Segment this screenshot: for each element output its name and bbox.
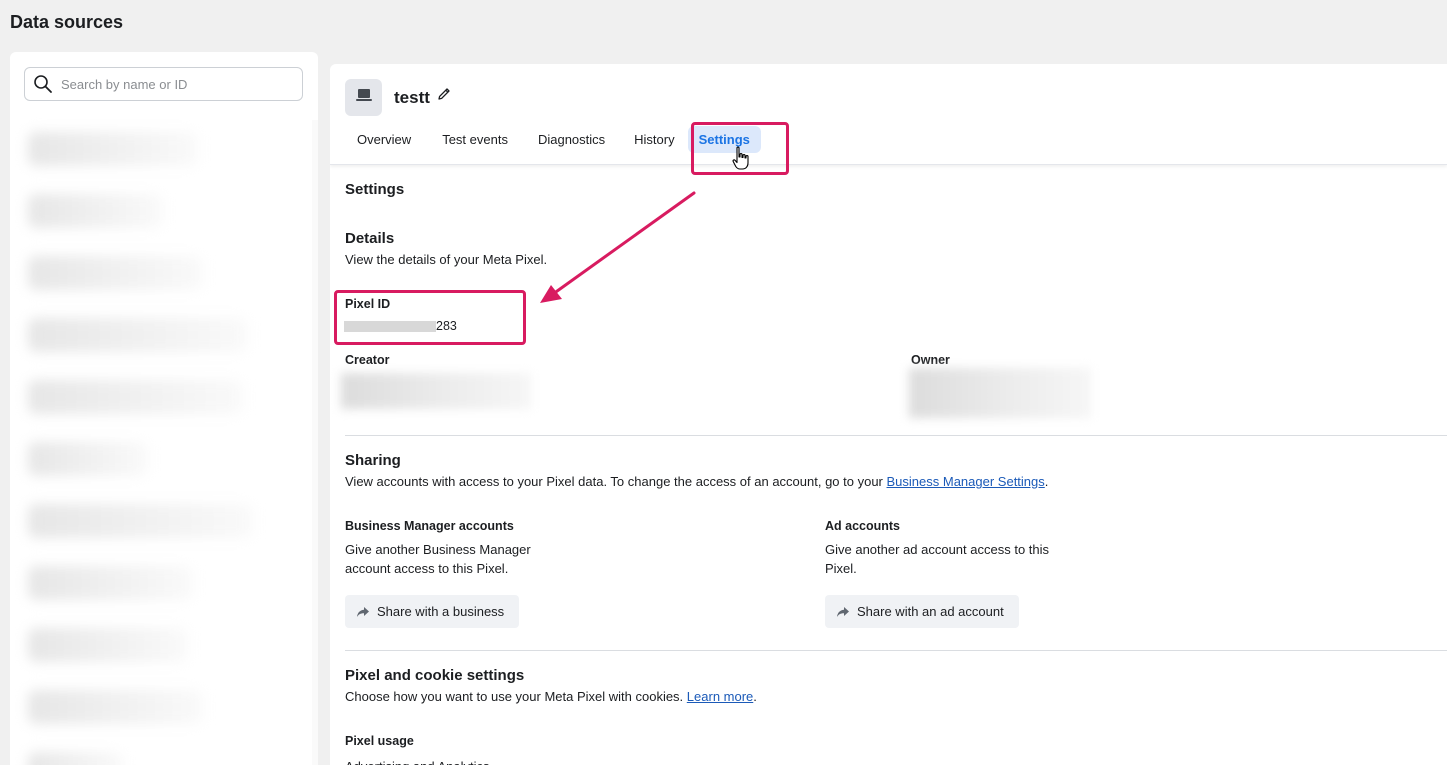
tab-bar: Overview Test events Diagnostics History…	[346, 126, 761, 153]
pixel-tile	[345, 79, 382, 116]
share-arrow-icon	[836, 606, 850, 618]
settings-heading: Settings	[345, 181, 405, 198]
pencil-icon[interactable]	[436, 86, 452, 107]
business-accounts-line1: Give another Business Manager	[345, 542, 531, 557]
cookie-description: Choose how you want to use your Meta Pix…	[345, 687, 757, 706]
monitor-icon	[355, 88, 372, 107]
share-with-business-button[interactable]: Share with a business	[345, 595, 520, 628]
divider	[345, 650, 1447, 651]
list-item[interactable]	[20, 430, 318, 492]
business-accounts-title: Business Manager accounts	[345, 519, 514, 533]
ad-accounts-line1: Give another ad account access to this	[825, 542, 1050, 557]
sidebar-scrollbar[interactable]	[312, 120, 318, 765]
business-manager-settings-link[interactable]: Business Manager Settings	[887, 474, 1045, 489]
ad-accounts-line2: Pixel.	[825, 561, 857, 576]
tab-diagnostics[interactable]: Diagnostics	[527, 126, 616, 153]
creator-label: Creator	[345, 353, 390, 367]
share-arrow-icon	[356, 606, 370, 618]
search-icon	[25, 74, 61, 94]
list-item[interactable]	[20, 616, 318, 678]
pixel-header: testt Overview Test events Diagnostics H…	[330, 64, 1447, 165]
owner-redacted	[909, 368, 1091, 418]
tab-history[interactable]: History	[623, 126, 685, 153]
list-item[interactable]	[20, 368, 318, 430]
list-item[interactable]	[20, 492, 318, 554]
redacted-block	[344, 321, 436, 333]
owner-label: Owner	[911, 353, 950, 367]
list-item[interactable]	[20, 678, 318, 740]
list-item[interactable]	[20, 554, 318, 616]
cookie-description-text: Choose how you want to use your Meta Pix…	[345, 689, 684, 704]
sharing-description-text: View accounts with access to your Pixel …	[345, 474, 883, 489]
page-title: Data sources	[10, 12, 124, 32]
list-item[interactable]	[20, 306, 318, 368]
pixel-id-value: 283	[344, 319, 457, 333]
pixel-name: testt	[394, 88, 430, 107]
data-sources-sidebar	[10, 52, 318, 765]
pixel-usage-value: Advertising and Analytics	[345, 757, 490, 765]
search-box[interactable]	[24, 67, 303, 101]
tab-overview[interactable]: Overview	[346, 126, 422, 153]
creator-redacted	[341, 373, 531, 409]
divider	[345, 435, 1447, 436]
list-item[interactable]	[20, 120, 318, 182]
pixel-detail-panel: testt Overview Test events Diagnostics H…	[330, 64, 1447, 765]
ad-accounts-title: Ad accounts	[825, 519, 901, 533]
sharing-period: .	[1044, 474, 1049, 489]
sharing-description: View accounts with access to your Pixel …	[345, 472, 1048, 491]
pixel-id-label: Pixel ID	[345, 297, 391, 311]
share-with-ad-account-label: Share with an ad account	[857, 604, 1004, 619]
cookie-period: .	[753, 689, 757, 704]
list-item[interactable]	[20, 182, 318, 244]
tab-test-events[interactable]: Test events	[431, 126, 519, 153]
details-heading: Details	[345, 230, 395, 247]
details-description: View the details of your Meta Pixel.	[345, 252, 548, 267]
share-with-business-label: Share with a business	[377, 604, 505, 619]
data-source-list	[20, 120, 318, 765]
hand-cursor-icon	[732, 146, 750, 175]
business-accounts-line2: account access to this Pixel.	[345, 561, 509, 576]
pixel-usage-label: Pixel usage	[345, 734, 414, 748]
list-item[interactable]	[20, 244, 318, 306]
pixel-id-suffix: 283	[436, 319, 457, 333]
list-item[interactable]	[20, 740, 318, 765]
share-with-ad-account-button[interactable]: Share with an ad account	[825, 595, 1019, 628]
search-input[interactable]	[61, 76, 291, 92]
learn-more-link[interactable]: Learn more	[687, 689, 753, 704]
cookie-heading: Pixel and cookie settings	[345, 667, 525, 684]
sharing-heading: Sharing	[345, 452, 401, 469]
